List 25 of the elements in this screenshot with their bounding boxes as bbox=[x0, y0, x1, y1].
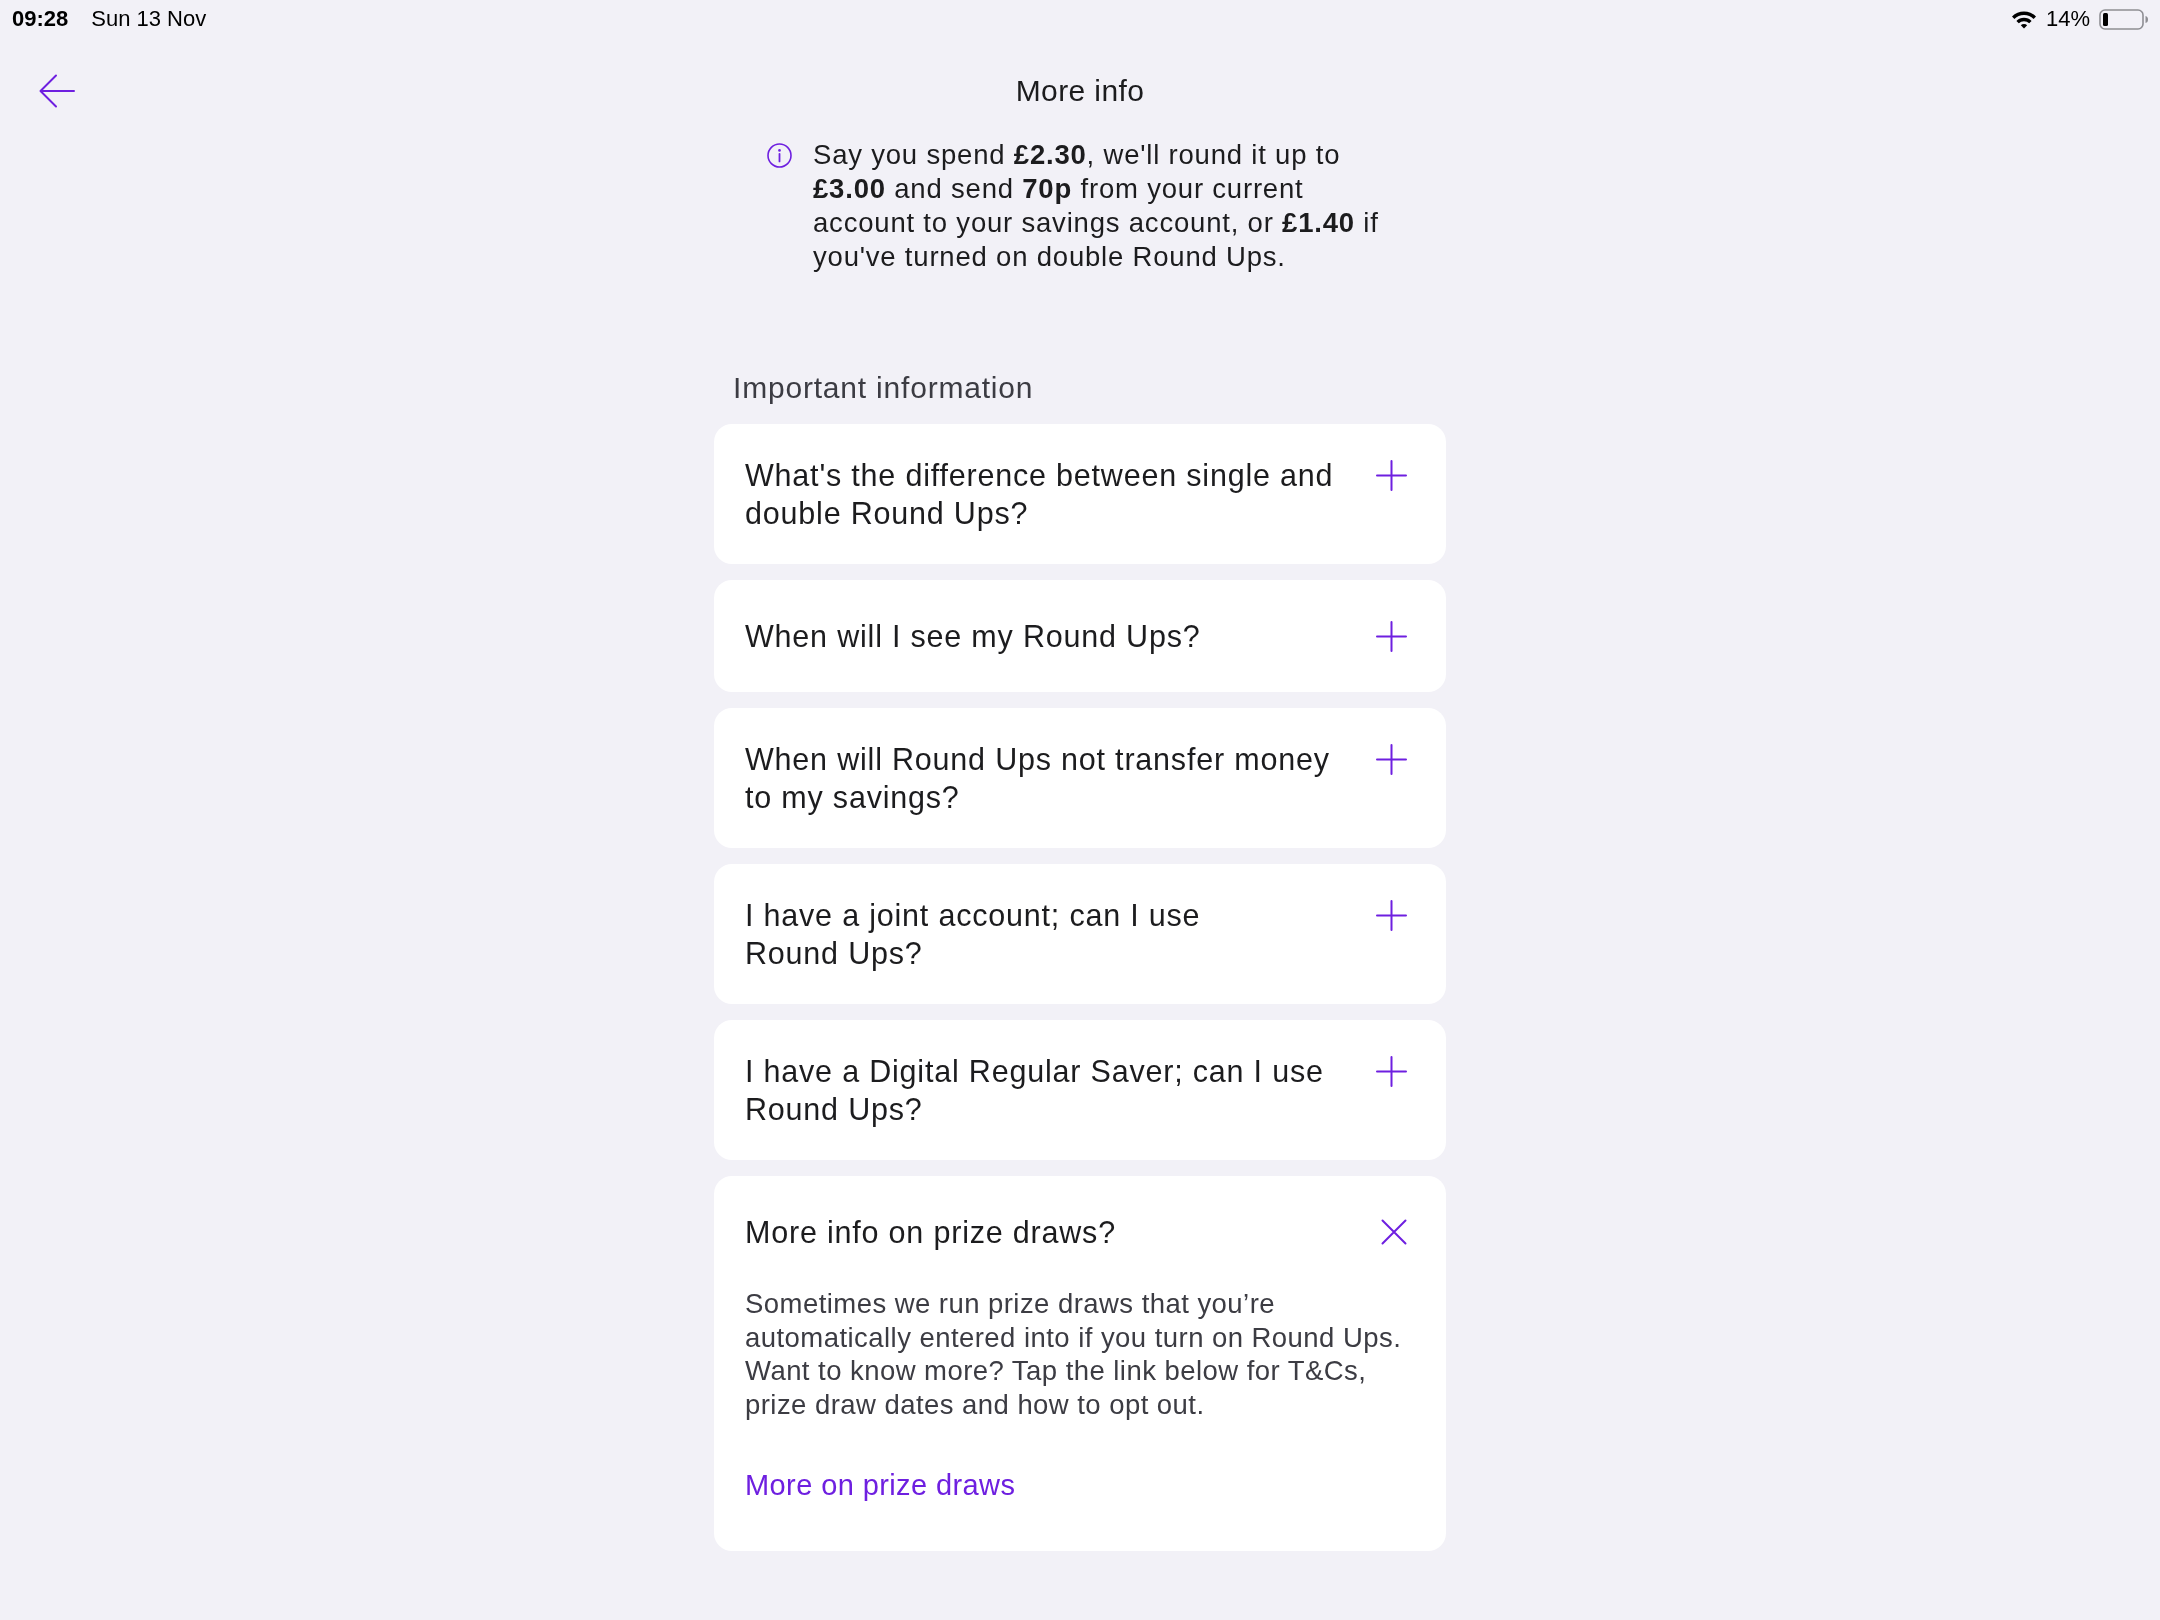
battery-percentage: 14% bbox=[2045, 6, 2090, 32]
faq-question-button[interactable]: More info on prize draws? bbox=[745, 1213, 1415, 1251]
faq-question-button[interactable]: What's the difference between single and double Round Ups? bbox=[745, 456, 1415, 532]
faq-answer: Sometimes we run prize draws that you’re automatically entered into if you turn on Round Ups. Want to know more? Tap the link below for T&Cs, prize draw dates and how to opt out. bbox=[745, 1287, 1403, 1421]
plus-icon bbox=[1376, 620, 1407, 652]
status-date: Sun 13 Nov bbox=[91, 6, 207, 32]
info-text: Say you spend £2.30, we'll round it up to £3.00 and send 70p from your current account to your savings account, or £1.40 if you've turned on double Round Ups. bbox=[813, 138, 1380, 274]
faq-question-button[interactable]: When will Round Ups not transfer money to my savings? bbox=[745, 740, 1415, 816]
wifi-icon bbox=[2010, 9, 2037, 29]
faq-question-button[interactable]: I have a joint account; can I use Round Ups? bbox=[745, 896, 1415, 972]
close-icon bbox=[1381, 1219, 1407, 1245]
prize-draws-link[interactable]: More on prize draws bbox=[745, 1467, 1016, 1503]
plus-icon bbox=[1376, 899, 1407, 931]
page-title: More info bbox=[1015, 73, 1145, 109]
section-heading: Important information bbox=[732, 370, 1035, 406]
faq-question-button[interactable]: I have a Digital Regular Saver; can I use Round Ups? bbox=[745, 1052, 1415, 1128]
battery-icon bbox=[2099, 8, 2149, 30]
plus-icon bbox=[1376, 1055, 1407, 1087]
status-time: 09:28 bbox=[12, 6, 69, 32]
faq-question-button[interactable]: When will I see my Round Ups? bbox=[745, 617, 1415, 655]
back-button[interactable] bbox=[37, 72, 77, 110]
info-icon bbox=[767, 143, 792, 168]
plus-icon bbox=[1376, 459, 1407, 491]
plus-icon bbox=[1376, 743, 1407, 775]
left-arrow-icon bbox=[39, 74, 75, 108]
